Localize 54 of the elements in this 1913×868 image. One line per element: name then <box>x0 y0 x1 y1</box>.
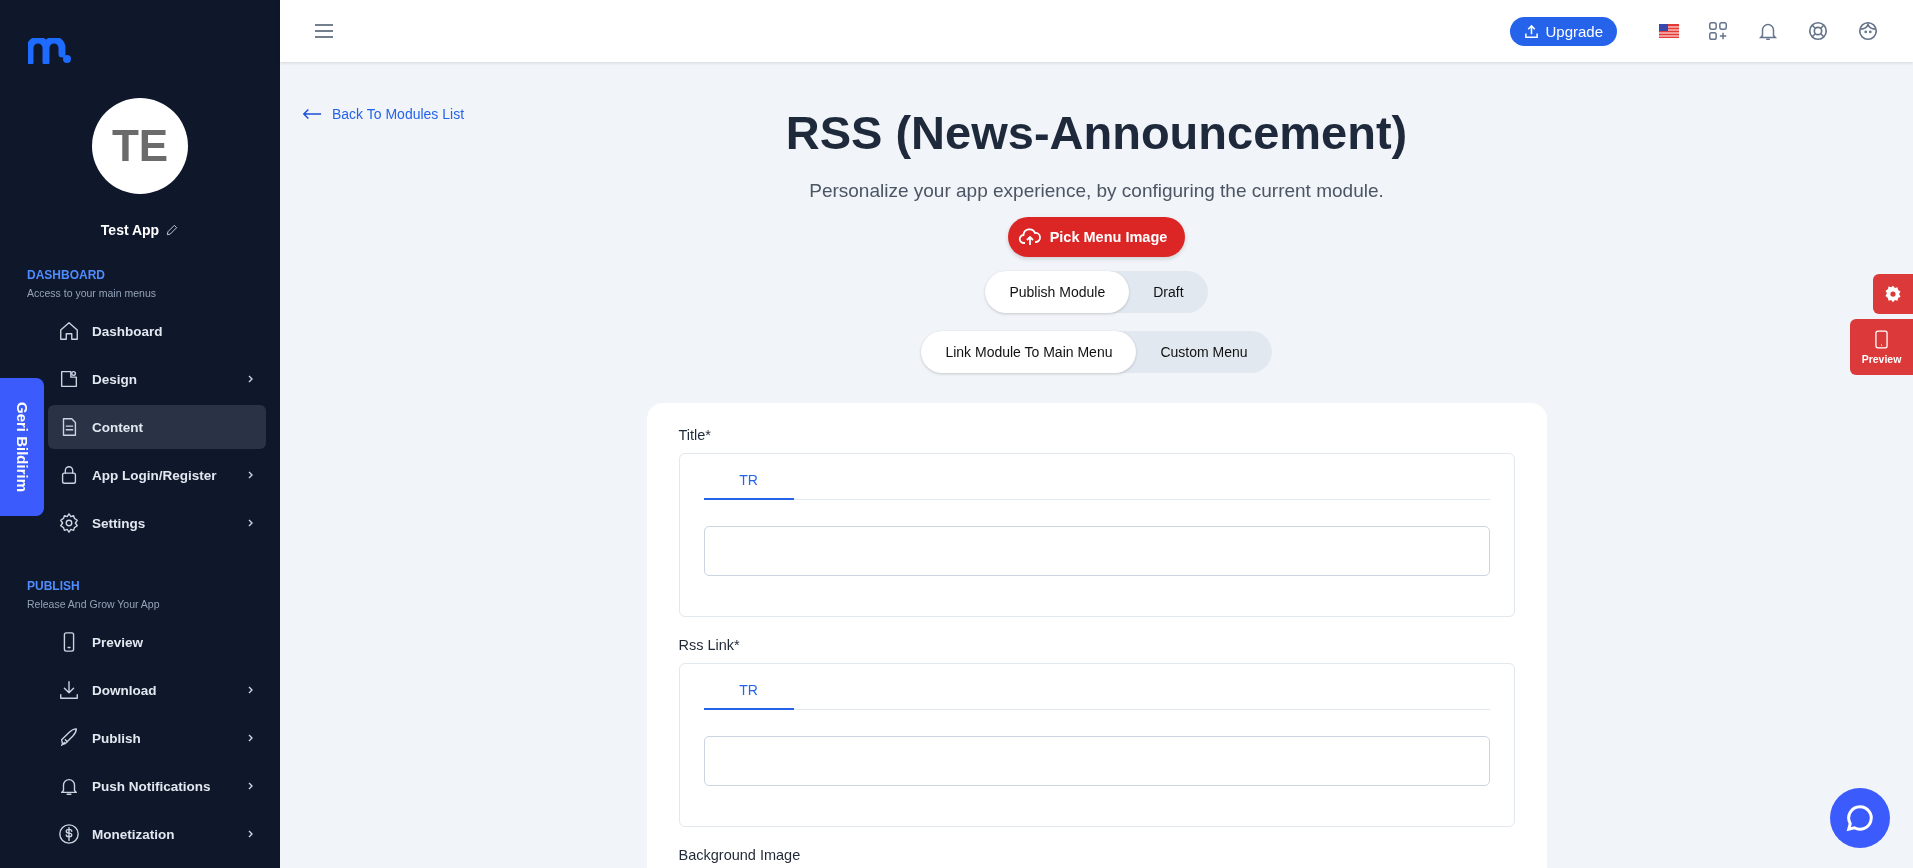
edit-icon[interactable] <box>165 223 180 237</box>
menu-icon[interactable] <box>314 23 334 39</box>
field-label: Background Image <box>678 847 802 863</box>
preview-button[interactable]: Preview <box>1850 319 1913 375</box>
logo-icon <box>28 38 72 64</box>
help-icon[interactable] <box>1807 20 1829 42</box>
field-label: Rss Link* <box>678 637 741 653</box>
toggle-option[interactable]: Draft <box>1129 271 1208 313</box>
input-field[interactable] <box>703 526 1490 576</box>
download-icon <box>58 679 80 701</box>
sidebar-item[interactable]: Publish <box>48 716 266 760</box>
phone-icon <box>1875 329 1888 349</box>
field-label: Title* <box>678 427 712 443</box>
page-subtitle: Personalize your app experience, by configuring the current module. <box>809 180 1384 202</box>
toggle-option[interactable]: Publish Module <box>985 271 1130 313</box>
sidebar-item[interactable]: Download <box>48 668 266 712</box>
section-subtitle: Access to your main menus <box>27 287 157 299</box>
feedback-tab[interactable]: Geri Bildirim <box>0 378 44 516</box>
page-title: RSS (News-Announcement) <box>785 105 1408 160</box>
sidebar-item[interactable]: Design <box>48 357 266 401</box>
section-title: DASHBOARD <box>27 268 106 282</box>
flag-icon[interactable] <box>1659 24 1679 38</box>
section-subtitle: Release And Grow Your App <box>27 598 161 610</box>
sidebar-item[interactable]: Push Notifications <box>48 764 266 808</box>
toggle-option[interactable]: Link Module To Main Menu <box>921 331 1137 373</box>
settings-button[interactable] <box>1873 274 1913 314</box>
toggle-option[interactable]: Custom Menu <box>1136 331 1272 373</box>
settings-icon <box>1884 285 1902 303</box>
home-icon <box>58 320 80 342</box>
chat-bubble-icon <box>1845 803 1875 833</box>
sidebar-item[interactable]: Content <box>48 405 266 449</box>
rocket-icon <box>58 727 80 749</box>
chat-button[interactable] <box>1830 788 1890 848</box>
apps-icon[interactable] <box>1707 20 1729 42</box>
sidebar-item[interactable]: Monetization <box>48 812 266 856</box>
input-field[interactable] <box>703 736 1490 786</box>
app-avatar: TE <box>92 98 188 194</box>
upgrade-button[interactable]: Upgrade <box>1510 16 1617 46</box>
pick-image-button[interactable]: Pick Menu Image <box>1007 217 1186 257</box>
language-tab[interactable]: TR <box>703 672 794 710</box>
sidebar-item[interactable]: Preview <box>48 620 266 664</box>
settings-icon <box>58 512 80 534</box>
dollar-icon <box>58 823 80 845</box>
user-icon[interactable] <box>1857 20 1879 42</box>
back-link[interactable]: Back To Modules List <box>302 106 465 122</box>
sidebar-item[interactable]: Dashboard <box>48 309 266 353</box>
sidebar-item[interactable]: App Login/Register <box>48 453 266 497</box>
upload-icon <box>1524 23 1540 39</box>
arrow-left-icon <box>302 108 322 120</box>
section-title: PUBLISH <box>27 579 81 593</box>
palette-icon <box>58 368 80 390</box>
sidebar-item[interactable]: Settings <box>48 501 266 545</box>
app-name: Test App <box>100 222 160 238</box>
language-tab[interactable]: TR <box>703 462 794 500</box>
